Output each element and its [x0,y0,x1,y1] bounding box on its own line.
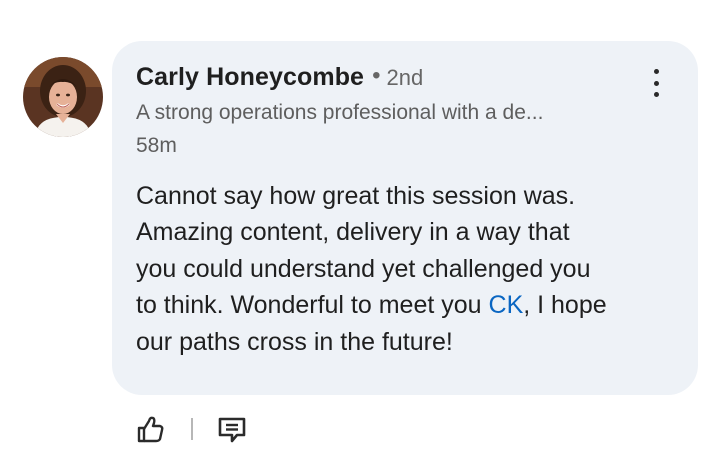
thumbs-up-icon [137,416,164,443]
comment-line: our paths cross in the future! [136,327,453,356]
cropped-previous-content [140,0,200,4]
comment-text: Cannot say how great this session was. A… [136,178,676,360]
avatar[interactable] [23,57,103,137]
vertical-ellipsis-icon [653,69,659,74]
comment-line: Amazing content, delivery in a way that [136,218,570,247]
comment-line: Cannot say how great this session was. [136,182,576,210]
action-divider [191,418,193,440]
author-headline[interactable]: A strong operations professional with a … [136,101,543,125]
mention-link[interactable]: CK [489,291,524,319]
connection-degree: 2nd [386,65,424,90]
comment-line: to think. Wonderful to meet you CK, I ho… [136,287,676,323]
author-line: Carly Honeycombe • 2nd [136,62,424,92]
comment-text-segment: , I hope [523,291,607,320]
separator-dot: • [372,62,381,89]
timestamp: 58m [136,134,177,157]
comment-thread: Carly Honeycombe • 2nd A strong operatio… [0,0,720,467]
like-button[interactable] [135,414,165,444]
profile-photo-icon [23,57,103,137]
reply-button[interactable] [217,414,247,444]
more-options-button[interactable] [644,69,668,97]
comment-actions [135,412,247,446]
comment-icon [218,417,246,443]
comment-line: you could understand yet challenged you [136,254,591,283]
ellipsis-dot [653,80,659,86]
comment-bubble: Carly Honeycombe • 2nd A strong operatio… [112,41,698,395]
ellipsis-dot [653,92,659,97]
comment-text-segment: to think. Wonderful to meet you [136,291,489,320]
author-name[interactable]: Carly Honeycombe [136,63,364,92]
